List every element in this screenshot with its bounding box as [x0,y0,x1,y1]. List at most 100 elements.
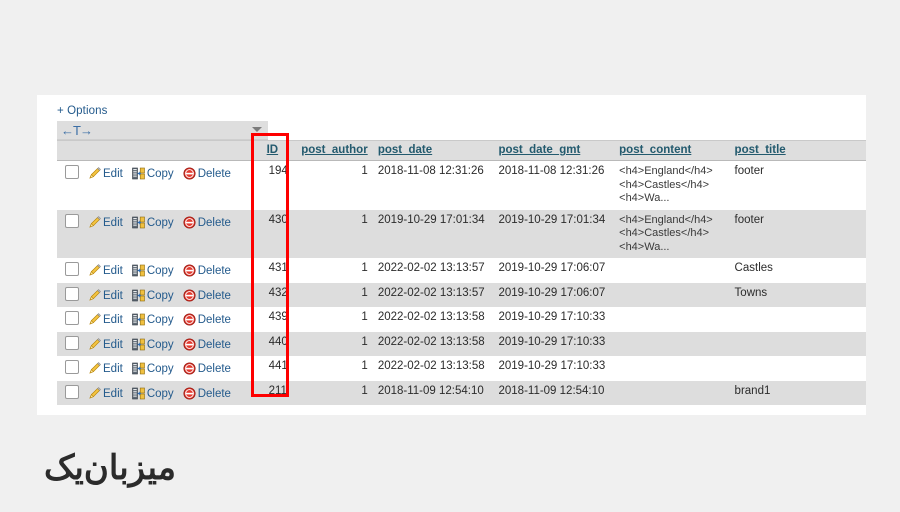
edit-link[interactable]: Edit [88,215,123,229]
delete-label: Delete [197,363,231,375]
column-header-label[interactable]: post_date_gmt [498,144,580,156]
cell-post-title [729,331,866,356]
edit-link[interactable]: Edit [88,362,123,375]
table-row[interactable]: Edit Copy Delete 440 1 2022-02-02 13:13:58 201… [57,331,866,356]
copy-label: Copy [146,387,174,400]
copy-icon [132,216,145,228]
cell-post-author: 1 [296,331,373,356]
delete-link[interactable]: Delete [183,288,231,302]
column-header-post-title[interactable]: post_title [729,140,866,161]
row-checkbox[interactable] [65,262,79,276]
column-header-label[interactable]: post_content [619,144,691,156]
chevron-down-icon[interactable] [252,127,262,132]
delete-link[interactable]: Delete [183,362,231,375]
row-checkbox[interactable] [65,213,79,228]
cell-post-author: 1 [296,160,373,210]
cell-post-title: footer [729,209,866,258]
column-header-label[interactable]: post_date [378,144,432,156]
column-header-post-author[interactable]: post_author [296,140,373,161]
column-header-post-date-gmt[interactable]: post_date_gmt [493,140,615,161]
cell-post-date: 2022-02-02 13:13:58 [372,356,494,381]
column-header-post-content[interactable]: post_content [614,140,730,161]
table-row[interactable]: Edit Copy Delete 439 1 2022-02-02 13:13:58 201… [57,307,866,332]
row-checkbox[interactable] [65,286,79,301]
table-row[interactable]: Edit Copy Delete 431 1 2022-02-02 13:13:57 201… [57,258,866,283]
copy-label: Copy [146,363,174,375]
cell-id: 430 [261,209,297,258]
column-header-label[interactable]: post_author [301,144,367,156]
cell-post-content [614,307,730,332]
copy-icon [132,289,145,301]
table-row[interactable]: Edit Copy Delete 432 1 2022-02-02 13:13:57 201… [57,282,866,307]
delete-link[interactable]: Delete [183,386,231,400]
copy-link[interactable]: Copy [132,167,174,180]
copy-link[interactable]: Copy [132,264,174,277]
delete-link[interactable]: Delete [183,215,231,229]
copy-link[interactable]: Copy [132,338,174,351]
cell-post-content [614,258,730,283]
edit-link[interactable]: Edit [88,167,123,180]
copy-label: Copy [146,338,174,351]
delete-link[interactable]: Delete [183,337,231,351]
row-checkbox[interactable] [65,384,79,399]
copy-link[interactable]: Copy [132,289,174,302]
edit-link[interactable]: Edit [88,264,123,277]
edit-label: Edit [103,363,123,375]
row-checkbox[interactable] [65,360,79,374]
row-checkbox[interactable] [65,165,79,179]
cell-post-content: <h4>England</h4> <h4>Castles</h4> <h4>Wa..… [614,160,730,210]
edit-label: Edit [103,265,123,277]
edit-link[interactable]: Edit [88,337,123,351]
copy-link[interactable]: Copy [132,216,174,229]
column-header-id[interactable]: ID [261,140,297,161]
delete-label: Delete [197,216,231,229]
column-header-label[interactable]: ID [267,144,279,156]
delete-link[interactable]: Delete [183,264,231,277]
post-content-line: <h4>Wa... [619,192,670,204]
table-row[interactable]: Edit Copy Delete 430 1 2019-10-29 17:01:34 201… [57,209,866,258]
cell-id: 439 [261,307,297,332]
row-actions-cell: Edit Copy Delete [57,380,262,405]
table-row[interactable]: Edit Copy Delete 194 1 2018-11-08 12:31:26 201… [57,160,866,210]
delete-label: Delete [197,314,231,326]
copy-icon [132,362,145,375]
post-content-line: <h4>Castles</h4> [619,227,710,239]
edit-link[interactable]: Edit [88,288,123,302]
row-checkbox[interactable] [65,335,79,350]
delete-label: Delete [197,168,231,180]
column-header-label[interactable]: post_title [735,144,786,156]
column-header-post-date[interactable]: post_date [372,140,494,161]
delete-circle-icon [183,288,196,302]
table-orientation-icon[interactable]: ←T→ [61,124,93,137]
cell-post-date: 2022-02-02 13:13:57 [372,282,494,307]
copy-link[interactable]: Copy [132,387,174,400]
delete-link[interactable]: Delete [183,313,231,326]
edit-link[interactable]: Edit [88,313,123,326]
copy-link[interactable]: Copy [132,362,174,375]
cell-post-title: Castles [729,258,866,283]
cell-post-author: 1 [296,356,373,381]
table-row[interactable]: Edit Copy Delete 211 1 2018-11-09 12:54:10 201… [57,380,866,405]
row-actions-cell: Edit Copy Delete [57,282,262,307]
row-checkbox[interactable] [65,311,79,325]
cell-post-date-gmt: 2019-10-29 17:01:34 [493,209,615,258]
table-row[interactable]: Edit Copy Delete 441 1 2022-02-02 13:13:58 201… [57,356,866,381]
options-toggle-link[interactable]: + Options [57,105,107,117]
cell-post-date: 2018-11-09 12:54:10 [372,380,494,405]
cell-post-date: 2022-02-02 13:13:57 [372,258,494,283]
post-content-line: <h4>Castles</h4> [619,178,710,191]
copy-icon [132,264,145,277]
delete-link[interactable]: Delete [183,167,231,180]
copy-link[interactable]: Copy [132,313,174,326]
copy-label: Copy [146,265,174,277]
table-orientation-bar[interactable]: ←T→ [57,121,268,140]
pencil-icon [89,264,101,276]
cell-post-date-gmt: 2018-11-09 12:54:10 [493,380,615,405]
edit-label: Edit [103,338,123,351]
copy-icon [132,313,145,326]
cell-id: 431 [261,258,297,283]
edit-link[interactable]: Edit [88,386,123,400]
delete-label: Delete [197,265,231,277]
delete-label: Delete [197,387,231,400]
pencil-icon [89,167,101,179]
